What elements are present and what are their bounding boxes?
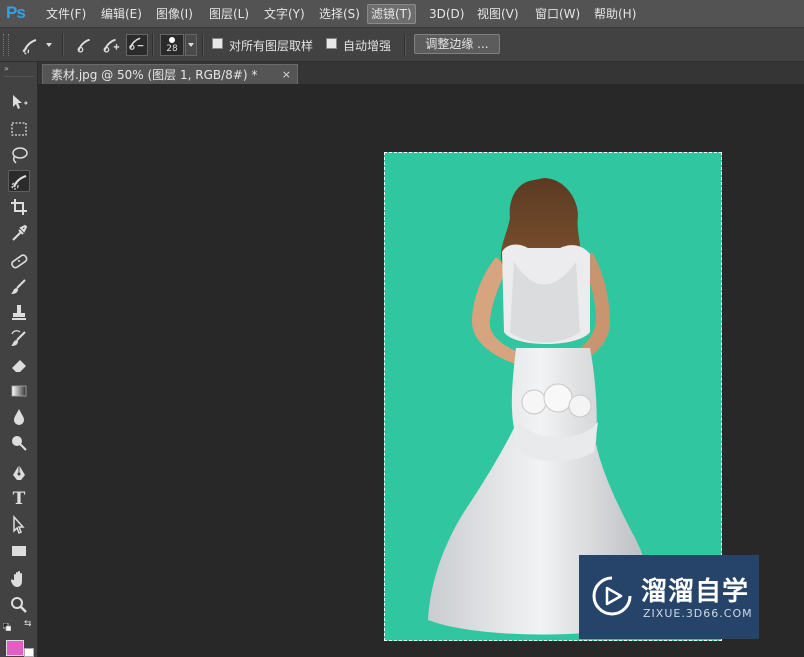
brush-dot-icon — [169, 37, 175, 43]
quick-selection-tool-icon[interactable] — [8, 170, 30, 192]
gradient-tool-icon[interactable] — [8, 380, 30, 402]
move-tool-icon[interactable] — [8, 92, 30, 114]
history-brush-tool-icon[interactable] — [8, 328, 30, 350]
pen-tool-icon[interactable] — [8, 462, 30, 484]
menu-window[interactable]: 窗口(W) — [532, 5, 583, 23]
subtract-from-selection-icon[interactable] — [126, 34, 148, 56]
brush-size-picker[interactable]: 28 — [160, 34, 184, 56]
menu-image[interactable]: 图像(I) — [153, 5, 196, 23]
watermark-url: ZIXUE.3D66.COM — [643, 607, 753, 620]
menu-file[interactable]: 文件(F) — [43, 5, 89, 23]
refine-edge-button[interactable]: 调整边缘 ... — [414, 34, 500, 54]
separator — [202, 34, 204, 56]
clone-stamp-tool-icon[interactable] — [8, 302, 30, 324]
rectangle-tool-icon[interactable] — [8, 540, 30, 562]
sample-all-layers-checkbox[interactable] — [212, 38, 223, 49]
preset-arrow-icon[interactable] — [46, 43, 52, 47]
menu-view[interactable]: 视图(V) — [474, 5, 522, 23]
document-tab-bar: 素材.jpg @ 50% (图层 1, RGB/8#) * × — [38, 62, 804, 84]
tools-panel: » T ⇆ — [0, 62, 38, 657]
photoshop-logo: Ps — [6, 3, 26, 22]
dodge-tool-icon[interactable] — [8, 432, 30, 454]
new-selection-icon[interactable] — [75, 36, 93, 54]
path-selection-tool-icon[interactable] — [8, 514, 30, 536]
menu-bar: Ps 文件(F) 编辑(E) 图像(I) 图层(L) 文字(Y) 选择(S) 滤… — [0, 0, 804, 28]
menu-edit[interactable]: 编辑(E) — [98, 5, 145, 23]
type-tool-icon[interactable]: T — [8, 488, 30, 510]
panel-collapse-icon[interactable]: » — [4, 64, 9, 73]
swap-colors-icon[interactable]: ⇆ — [24, 619, 32, 629]
play-logo-icon — [591, 575, 633, 617]
add-to-selection-icon[interactable] — [101, 36, 120, 54]
healing-brush-tool-icon[interactable] — [8, 250, 30, 272]
blur-tool-icon[interactable] — [8, 406, 30, 428]
tab-close-icon[interactable]: × — [282, 65, 291, 85]
auto-enhance-checkbox[interactable] — [326, 38, 337, 49]
auto-enhance-label: 自动增强 — [343, 39, 392, 53]
menu-filter[interactable]: 滤镜(T) — [367, 4, 416, 24]
crop-tool-icon[interactable] — [8, 196, 30, 218]
background-color-swatch[interactable] — [24, 648, 34, 657]
foreground-color-swatch[interactable] — [6, 640, 24, 656]
watermark-badge: 溜溜自学 ZIXUE.3D66.COM — [579, 555, 759, 639]
menu-layer[interactable]: 图层(L) — [206, 5, 252, 23]
eyedropper-tool-icon[interactable] — [8, 222, 30, 244]
default-colors-icon[interactable] — [2, 620, 12, 632]
brush-size-value: 28 — [166, 44, 178, 54]
hand-tool-icon[interactable] — [8, 568, 30, 590]
menu-help[interactable]: 帮助(H) — [591, 5, 639, 23]
options-grip[interactable] — [3, 34, 9, 56]
rectangular-marquee-tool-icon[interactable] — [8, 118, 30, 140]
color-swatches — [4, 638, 34, 657]
menu-type[interactable]: 文字(Y) — [261, 5, 308, 23]
brush-tool-icon[interactable] — [8, 276, 30, 298]
panel-divider — [4, 76, 34, 77]
separator — [62, 34, 64, 56]
eraser-tool-icon[interactable] — [8, 354, 30, 376]
zoom-tool-icon[interactable] — [8, 594, 30, 616]
separator — [152, 34, 154, 56]
options-bar: 28 对所有图层取样 自动增强 调整边缘 ... — [0, 28, 804, 62]
brush-picker-arrow-icon[interactable] — [185, 34, 197, 56]
watermark-title: 溜溜自学 — [641, 577, 750, 607]
sample-all-layers-label: 对所有图层取样 — [229, 39, 314, 53]
document-tab-title: 素材.jpg @ 50% (图层 1, RGB/8#) * — [51, 68, 258, 82]
tool-preset-picker-icon[interactable] — [20, 36, 38, 55]
lasso-tool-icon[interactable] — [8, 144, 30, 166]
menu-select[interactable]: 选择(S) — [316, 5, 363, 23]
menu-3d[interactable]: 3D(D) — [426, 5, 467, 23]
document-tab[interactable]: 素材.jpg @ 50% (图层 1, RGB/8#) * × — [42, 64, 298, 84]
separator — [404, 34, 406, 56]
